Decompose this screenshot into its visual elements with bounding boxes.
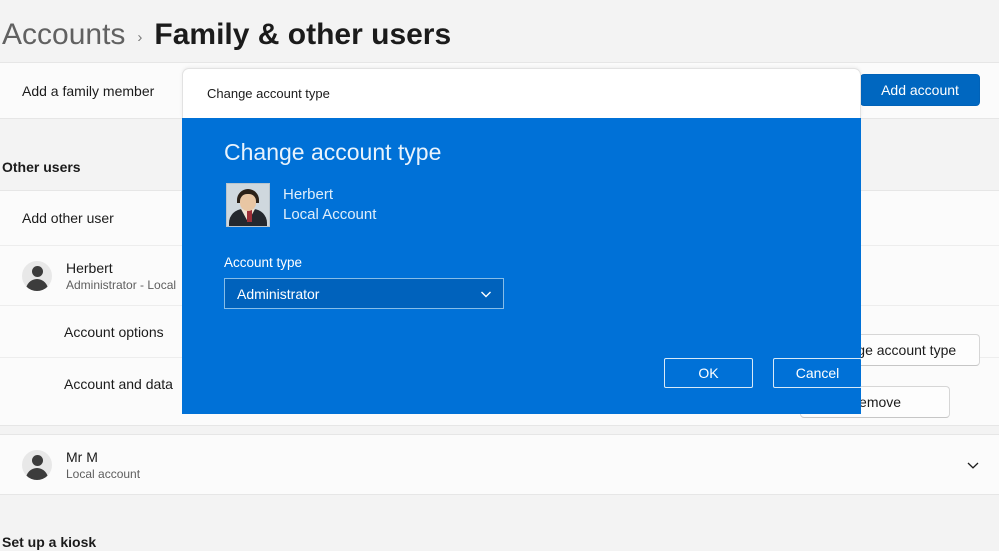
chevron-down-icon[interactable]: [966, 458, 980, 472]
chevron-down-icon[interactable]: [479, 287, 493, 301]
user-subtitle-mrm: Local account: [66, 467, 140, 481]
change-account-type-dialog: Change account type Herbert Local Accoun…: [182, 118, 861, 414]
screen-root: Accounts › Family & other users Add a fa…: [0, 0, 999, 551]
user-name-herbert: Herbert: [66, 260, 176, 276]
account-options-label: Account options: [22, 324, 164, 340]
user-subtitle-herbert: Administrator - Local: [66, 278, 176, 292]
dialog-user-name: Herbert: [283, 185, 376, 205]
ok-button[interactable]: OK: [664, 358, 753, 388]
add-family-member-label: Add a family member: [22, 83, 154, 99]
avatar: [22, 261, 52, 291]
dialog-user-block: Herbert Local Account: [226, 183, 376, 227]
avatar: [22, 450, 52, 480]
kiosk-heading: Set up a kiosk: [2, 534, 96, 550]
mrm-card: Mr M Local account: [0, 434, 999, 495]
account-type-label: Account type: [224, 255, 302, 270]
dialog-heading: Change account type: [224, 139, 441, 166]
page-title: Family & other users: [154, 18, 451, 52]
account-type-select-value: Administrator: [237, 286, 319, 302]
add-other-user-label: Add other user: [22, 210, 114, 226]
dialog-user-account-kind: Local Account: [283, 205, 376, 225]
account-and-data-label: Account and data: [22, 376, 173, 392]
user-name-mrm: Mr M: [66, 449, 140, 465]
cancel-button[interactable]: Cancel: [773, 358, 861, 388]
user-row-mrm[interactable]: Mr M Local account: [0, 435, 999, 494]
other-users-heading: Other users: [2, 159, 81, 175]
dialog-titlebar-label: Change account type: [207, 86, 330, 101]
user-portrait-icon: [226, 183, 270, 227]
breadcrumb: Accounts › Family & other users: [2, 14, 451, 56]
account-type-select[interactable]: Administrator: [224, 278, 504, 309]
dialog-clip: Change account type Herbert Local Accoun…: [182, 118, 861, 414]
add-account-family-button[interactable]: Add account: [860, 74, 980, 106]
breadcrumb-separator-icon: ›: [137, 25, 142, 46]
breadcrumb-parent-link[interactable]: Accounts: [2, 18, 125, 52]
dialog-titlebar: Change account type: [182, 68, 861, 118]
